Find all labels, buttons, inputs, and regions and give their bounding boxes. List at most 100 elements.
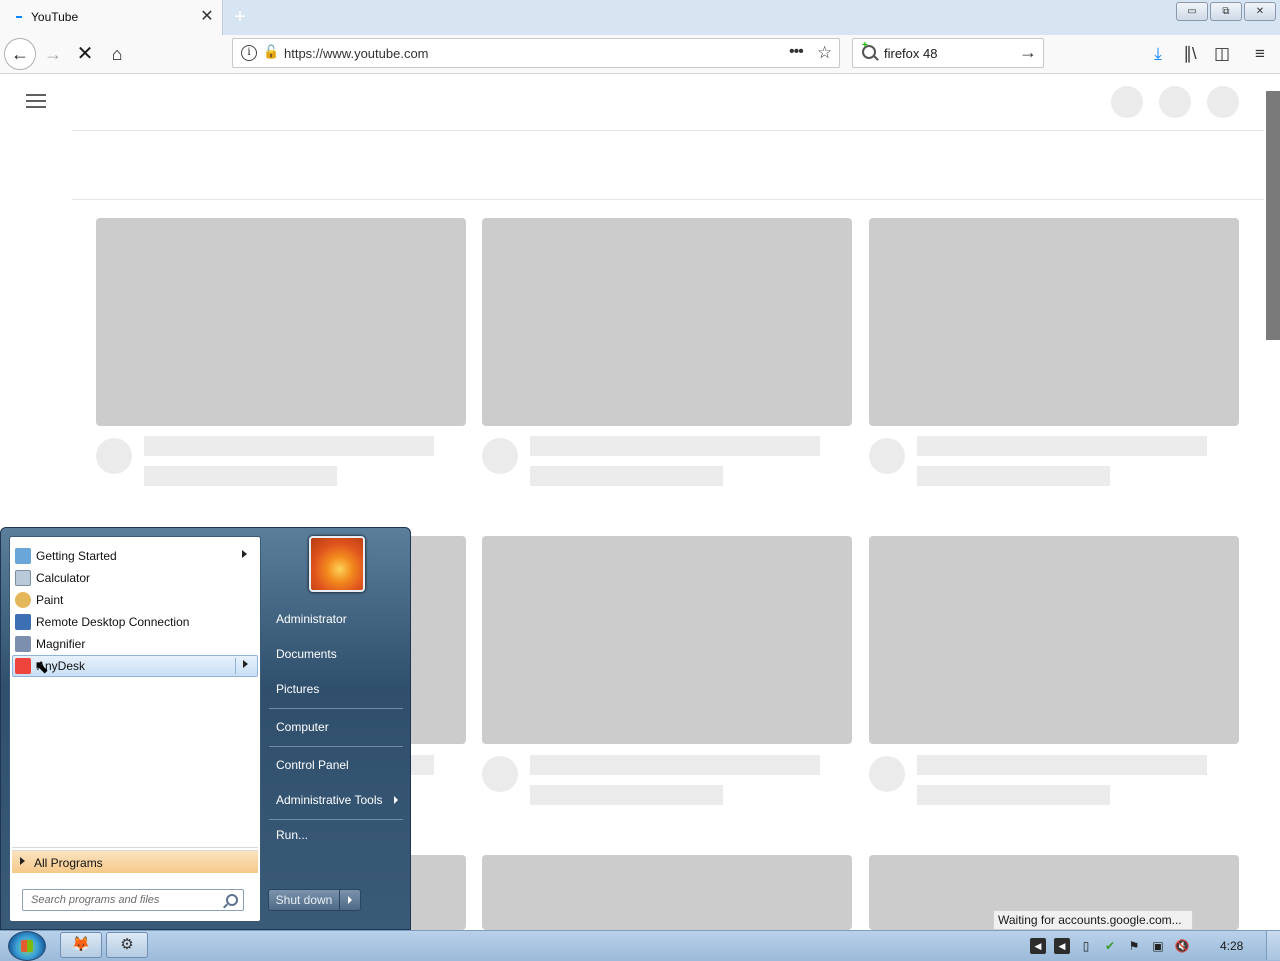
close-window-button[interactable]: ✕ [1244, 2, 1276, 21]
header-placeholder-3 [1207, 86, 1239, 118]
navigation-toolbar: ← → ✕ ⌂ i 🔓 https://www.youtube.com ••• … [0, 35, 1280, 74]
program-remote-desktop[interactable]: Remote Desktop Connection [12, 611, 258, 633]
title-placeholder [144, 436, 434, 456]
tab-youtube[interactable]: YouTube ✕ [0, 0, 223, 35]
menu-item-computer[interactable]: Computer [276, 720, 329, 734]
loading-indicator-icon [16, 16, 22, 18]
meta-placeholder [530, 466, 723, 486]
channel-avatar-placeholder [869, 756, 905, 792]
remote-desktop-icon [15, 614, 31, 630]
menu-item-pictures[interactable]: Pictures [276, 682, 319, 696]
menu-item-administrator[interactable]: Administrator [276, 612, 347, 626]
meta-placeholder [144, 466, 337, 486]
start-menu-programs-pane: Getting Started Calculator Paint Remote … [9, 536, 261, 922]
program-calculator[interactable]: Calculator [12, 567, 258, 589]
split-divider [235, 658, 236, 674]
program-label: Calculator [36, 571, 91, 585]
program-label: Getting Started [36, 549, 117, 563]
url-text[interactable]: https://www.youtube.com [284, 46, 429, 61]
tray-security-icon[interactable]: ✔ [1102, 938, 1118, 954]
taskbar-firefox-button[interactable]: 🦊 [60, 932, 102, 958]
page-actions-icon[interactable]: ••• [789, 43, 804, 61]
shut-down-button[interactable]: Shut down [268, 889, 340, 911]
title-placeholder [917, 436, 1207, 456]
restore-button[interactable]: ⧉ [1210, 2, 1242, 21]
program-magnifier[interactable]: Magnifier [12, 633, 258, 655]
program-paint[interactable]: Paint [12, 589, 258, 611]
menu-item-administrative-tools[interactable]: Administrative Tools [276, 793, 383, 807]
channel-avatar-placeholder [869, 438, 905, 474]
program-getting-started[interactable]: Getting Started [12, 545, 258, 567]
channel-avatar-placeholder [482, 756, 518, 792]
shut-down-options-button[interactable] [339, 889, 361, 911]
channel-avatar-placeholder [482, 438, 518, 474]
bookmark-star-icon[interactable]: ☆ [817, 43, 832, 63]
getting-started-icon [15, 548, 31, 564]
tray-document-icon[interactable]: ▯ [1078, 938, 1094, 954]
user-picture[interactable] [309, 536, 365, 592]
tab-strip: YouTube ✕ + ▭ ⧉ ✕ [0, 0, 1280, 35]
url-bar[interactable]: i 🔓 https://www.youtube.com ••• ☆ [232, 38, 840, 68]
stop-button[interactable]: ✕ [70, 39, 100, 69]
expand-arrow-icon [20, 857, 25, 865]
sidebar-icon[interactable]: ◫ [1208, 39, 1236, 69]
title-placeholder [917, 755, 1207, 775]
submenu-arrow-icon[interactable] [242, 550, 247, 558]
info-icon[interactable]: i [241, 45, 257, 61]
taskbar-app-button[interactable]: ⚙ [106, 932, 148, 958]
scrollbar-thumb[interactable] [1266, 91, 1280, 340]
search-input[interactable]: firefox 48 [884, 46, 937, 61]
window-controls: ▭ ⧉ ✕ [1176, 2, 1276, 21]
guide-menu-icon[interactable] [26, 94, 46, 110]
home-button[interactable]: ⌂ [102, 39, 132, 69]
mouse-cursor-icon: ⬉ [34, 657, 50, 677]
chips-divider [72, 199, 1264, 200]
video-thumbnail-placeholder [482, 536, 852, 744]
header-placeholder-2 [1159, 86, 1191, 118]
tray-app-icon[interactable]: ◀ [1030, 938, 1046, 954]
menu-item-documents[interactable]: Documents [276, 647, 337, 661]
minimize-button[interactable]: ▭ [1176, 2, 1208, 21]
right-divider [269, 708, 403, 709]
video-thumbnail-placeholder [869, 218, 1239, 426]
calculator-icon [15, 570, 31, 586]
action-center-flag-icon[interactable]: ⚑ [1126, 938, 1142, 954]
back-button[interactable]: ← [4, 38, 36, 70]
new-tab-button[interactable]: + [228, 5, 252, 29]
network-icon[interactable]: ▣ [1150, 938, 1166, 954]
title-placeholder [530, 436, 820, 456]
meta-placeholder [917, 785, 1110, 805]
all-programs-label: All Programs [34, 856, 103, 870]
add-search-engine-icon: + [862, 40, 868, 51]
menu-item-run[interactable]: Run... [276, 828, 308, 842]
program-label: Magnifier [36, 637, 86, 651]
downloads-icon[interactable]: ⤓ [1144, 39, 1172, 69]
search-placeholder: Search programs and files [31, 894, 160, 906]
magnifier-icon [15, 636, 31, 652]
right-divider [269, 819, 403, 820]
taskbar-clock[interactable]: 4:28 [1220, 939, 1243, 953]
lock-warning-icon[interactable]: 🔓 [263, 44, 279, 60]
menu-icon[interactable]: ≡ [1246, 39, 1274, 69]
tray-app-icon[interactable]: ◀ [1054, 938, 1070, 954]
search-bar[interactable]: + firefox 48 → [852, 38, 1044, 68]
volume-muted-icon[interactable]: 🔇 [1174, 938, 1190, 954]
menu-item-control-panel[interactable]: Control Panel [276, 758, 349, 772]
library-icon[interactable]: ∥\ [1176, 39, 1204, 69]
forward-button[interactable]: → [38, 39, 68, 69]
all-programs-button[interactable]: All Programs [12, 850, 258, 873]
start-search-input[interactable]: Search programs and files [22, 889, 244, 911]
title-placeholder [530, 755, 820, 775]
start-orb-button[interactable] [8, 931, 46, 961]
show-desktop-button[interactable] [1266, 931, 1280, 960]
video-thumbnail-placeholder [869, 536, 1239, 744]
search-icon[interactable] [226, 894, 238, 906]
tab-close-icon[interactable]: ✕ [198, 7, 216, 27]
video-thumbnail-placeholder [482, 218, 852, 426]
paint-icon [15, 592, 31, 608]
submenu-arrow-icon[interactable] [394, 796, 398, 804]
submenu-arrow-icon[interactable] [243, 660, 248, 668]
program-label: Paint [36, 593, 64, 607]
anydesk-icon [15, 658, 31, 674]
search-go-button[interactable]: → [1019, 42, 1037, 63]
